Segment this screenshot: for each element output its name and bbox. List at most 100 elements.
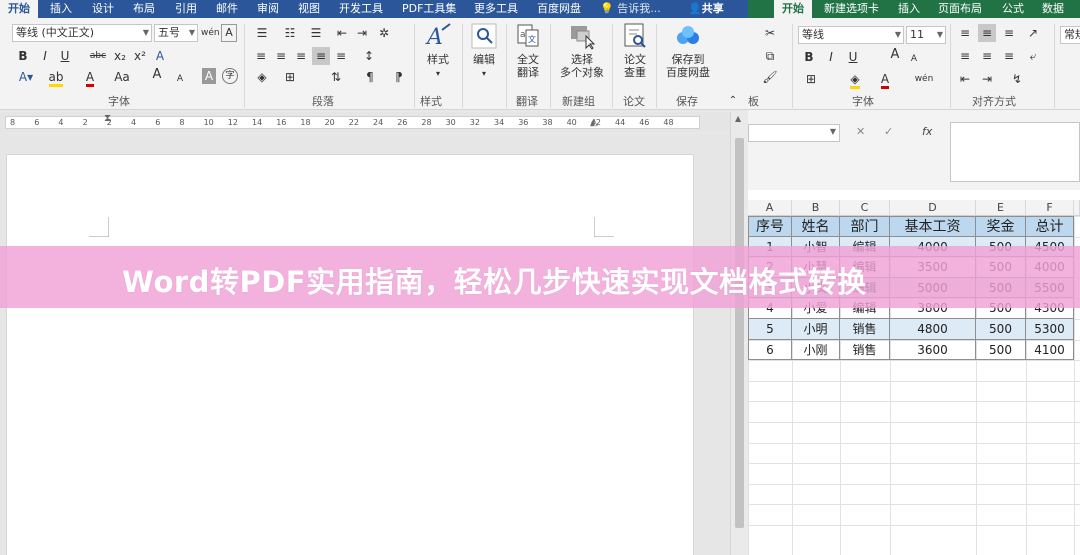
phonetic-guide-button[interactable]: wén [201,24,220,42]
table-header-cell[interactable]: 基本工资 [890,216,976,237]
table-cell[interactable]: 销售 [840,339,890,361]
excel-borders-icon[interactable]: ⊞ [802,70,820,88]
excel-tab-formulas[interactable]: 公式 [1002,0,1024,18]
cut-icon[interactable]: ✂ [762,24,778,42]
fill-color-icon[interactable]: ◈ [846,70,864,89]
font-color-button[interactable]: A [80,68,100,87]
save-to-baidu-button[interactable]: 保存到 百度网盘 [660,22,716,79]
excel-tab-data[interactable]: 数据 [1042,0,1064,18]
table-cell[interactable]: 5300 [1026,319,1074,340]
text-effects-icon[interactable]: A▾ [16,68,36,86]
char-shading-button[interactable]: A [202,68,216,84]
word-tab-developer[interactable]: 开发工具 [339,0,383,18]
table-header-cell[interactable]: 序号 [748,216,792,237]
name-box[interactable]: ▼ [748,124,840,142]
table-cell[interactable]: 4100 [1026,339,1074,361]
share-button[interactable]: 👤共享 [688,0,724,18]
word-tab-review[interactable]: 审阅 [257,0,279,18]
excel-decrease-indent-icon[interactable]: ⇤ [956,70,974,88]
paper-check-button[interactable]: 论文 查重 [616,22,654,79]
table-cell[interactable]: 小刚 [792,339,840,361]
excel-align-right-icon[interactable]: ≡ [1000,47,1018,65]
text-direction-icon[interactable]: ↯ [1006,70,1028,88]
word-tab-more-tools[interactable]: 更多工具 [474,0,518,18]
increase-indent-icon[interactable]: ⇥ [354,24,370,42]
multilevel-list-icon[interactable]: ☰ [306,24,326,42]
shading-icon[interactable]: ◈ [252,68,272,86]
edit-button[interactable]: 编辑 ▾ [466,22,502,80]
text-effects-button[interactable]: A [152,47,168,65]
numbering-icon[interactable]: ☷ [280,24,300,42]
table-cell[interactable]: 3600 [890,339,976,361]
wrap-text-icon[interactable]: ⤶ [1024,47,1042,65]
table-cell[interactable]: 销售 [840,319,890,340]
excel-increase-indent-icon[interactable]: ⇥ [978,70,996,88]
align-middle-icon[interactable]: ≡ [978,24,996,42]
subscript-button[interactable]: x₂ [112,47,128,65]
align-bottom-icon[interactable]: ≡ [1000,24,1018,42]
format-painter-icon[interactable]: 🖌 [762,68,778,86]
excel-tab-new[interactable]: 新建选项卡 [824,0,879,18]
word-tab-layout[interactable]: 布局 [133,0,155,18]
enclose-char-button[interactable]: 字 [222,68,238,84]
table-header-cell[interactable]: 总计 [1026,216,1074,237]
left-indent-marker[interactable]: ⧗ [104,113,111,124]
excel-font-color-button[interactable]: A [876,70,894,89]
excel-italic-button[interactable]: I [824,48,838,66]
document-page[interactable] [6,154,694,555]
char-border-button[interactable]: A [221,24,237,42]
column-header[interactable]: F [1026,200,1074,216]
excel-font-name-combo[interactable]: 等线 ▼ [798,26,904,44]
rtl-icon[interactable]: ⁋ [392,68,406,86]
word-tab-mailings[interactable]: 邮件 [216,0,238,18]
column-header[interactable]: C [840,200,890,216]
table-cell[interactable]: 6 [748,339,792,361]
excel-grow-font-button[interactable]: A [888,46,902,64]
chinese-layout-icon[interactable]: ✲ [376,24,392,42]
justify-icon[interactable]: ≡ [312,47,330,65]
align-center-icon[interactable]: ≡ [272,47,290,65]
align-right-icon[interactable]: ≡ [292,47,310,65]
table-header-cell[interactable]: 奖金 [976,216,1026,237]
bold-button[interactable]: B [16,47,30,65]
full-translate-button[interactable]: a文 全文 翻译 [508,22,548,79]
highlight-icon[interactable]: ab [46,68,66,87]
scrollbar-thumb[interactable] [735,138,744,528]
shrink-font-button[interactable]: A [174,70,186,88]
word-font-name-combo[interactable]: 等线 (中文正文) ▼ [12,24,152,42]
horizontal-ruler[interactable]: 8 6 4 2 2 4 6 8 10 12 14 16 18 20 22 24 26 28 30 32 34 36 38 40… [0,112,730,132]
show-marks-icon[interactable]: ¶ [360,68,380,86]
right-indent-marker[interactable]: ◭ [590,117,598,128]
word-tab-references[interactable]: 引用 [175,0,197,18]
word-tab-baidu-netdisk[interactable]: 百度网盘 [537,0,581,18]
copy-icon[interactable]: ⧉ [762,47,778,65]
excel-font-size-combo[interactable]: 11 ▼ [906,26,946,44]
column-header[interactable]: A [748,200,792,216]
excel-tab-insert[interactable]: 插入 [898,0,920,18]
excel-align-center-icon[interactable]: ≡ [978,47,996,65]
align-top-icon[interactable]: ≡ [956,24,974,42]
table-cell[interactable]: 5 [748,319,792,340]
table-header-cell[interactable]: 姓名 [792,216,840,237]
distributed-icon[interactable]: ≡ [332,47,350,65]
strikethrough-button[interactable]: abc [88,47,108,65]
number-format-combo[interactable]: 常规 [1060,26,1080,44]
column-header[interactable]: E [976,200,1026,216]
excel-shrink-font-button[interactable]: A [908,50,920,68]
excel-tab-home[interactable]: 开始 [774,0,812,18]
formula-input[interactable] [950,122,1080,182]
underline-button[interactable]: U [58,47,72,65]
decrease-indent-icon[interactable]: ⇤ [334,24,350,42]
word-tab-view[interactable]: 视图 [298,0,320,18]
excel-tab-page-layout[interactable]: 页面布局 [938,0,982,18]
bullets-icon[interactable]: ☰ [252,24,272,42]
orientation-icon[interactable]: ↗ [1024,24,1042,42]
excel-underline-button[interactable]: U [846,48,860,66]
column-header[interactable]: B [792,200,840,216]
table-header-cell[interactable]: 部门 [840,216,890,237]
tell-me-search[interactable]: 💡 告诉我... [600,0,661,18]
change-case-button[interactable]: Aa [110,68,134,86]
styles-button[interactable]: A 样式 ▾ [420,22,456,80]
word-vertical-scrollbar[interactable]: ▲ [730,112,748,555]
borders-icon[interactable]: ⊞ [280,68,300,86]
